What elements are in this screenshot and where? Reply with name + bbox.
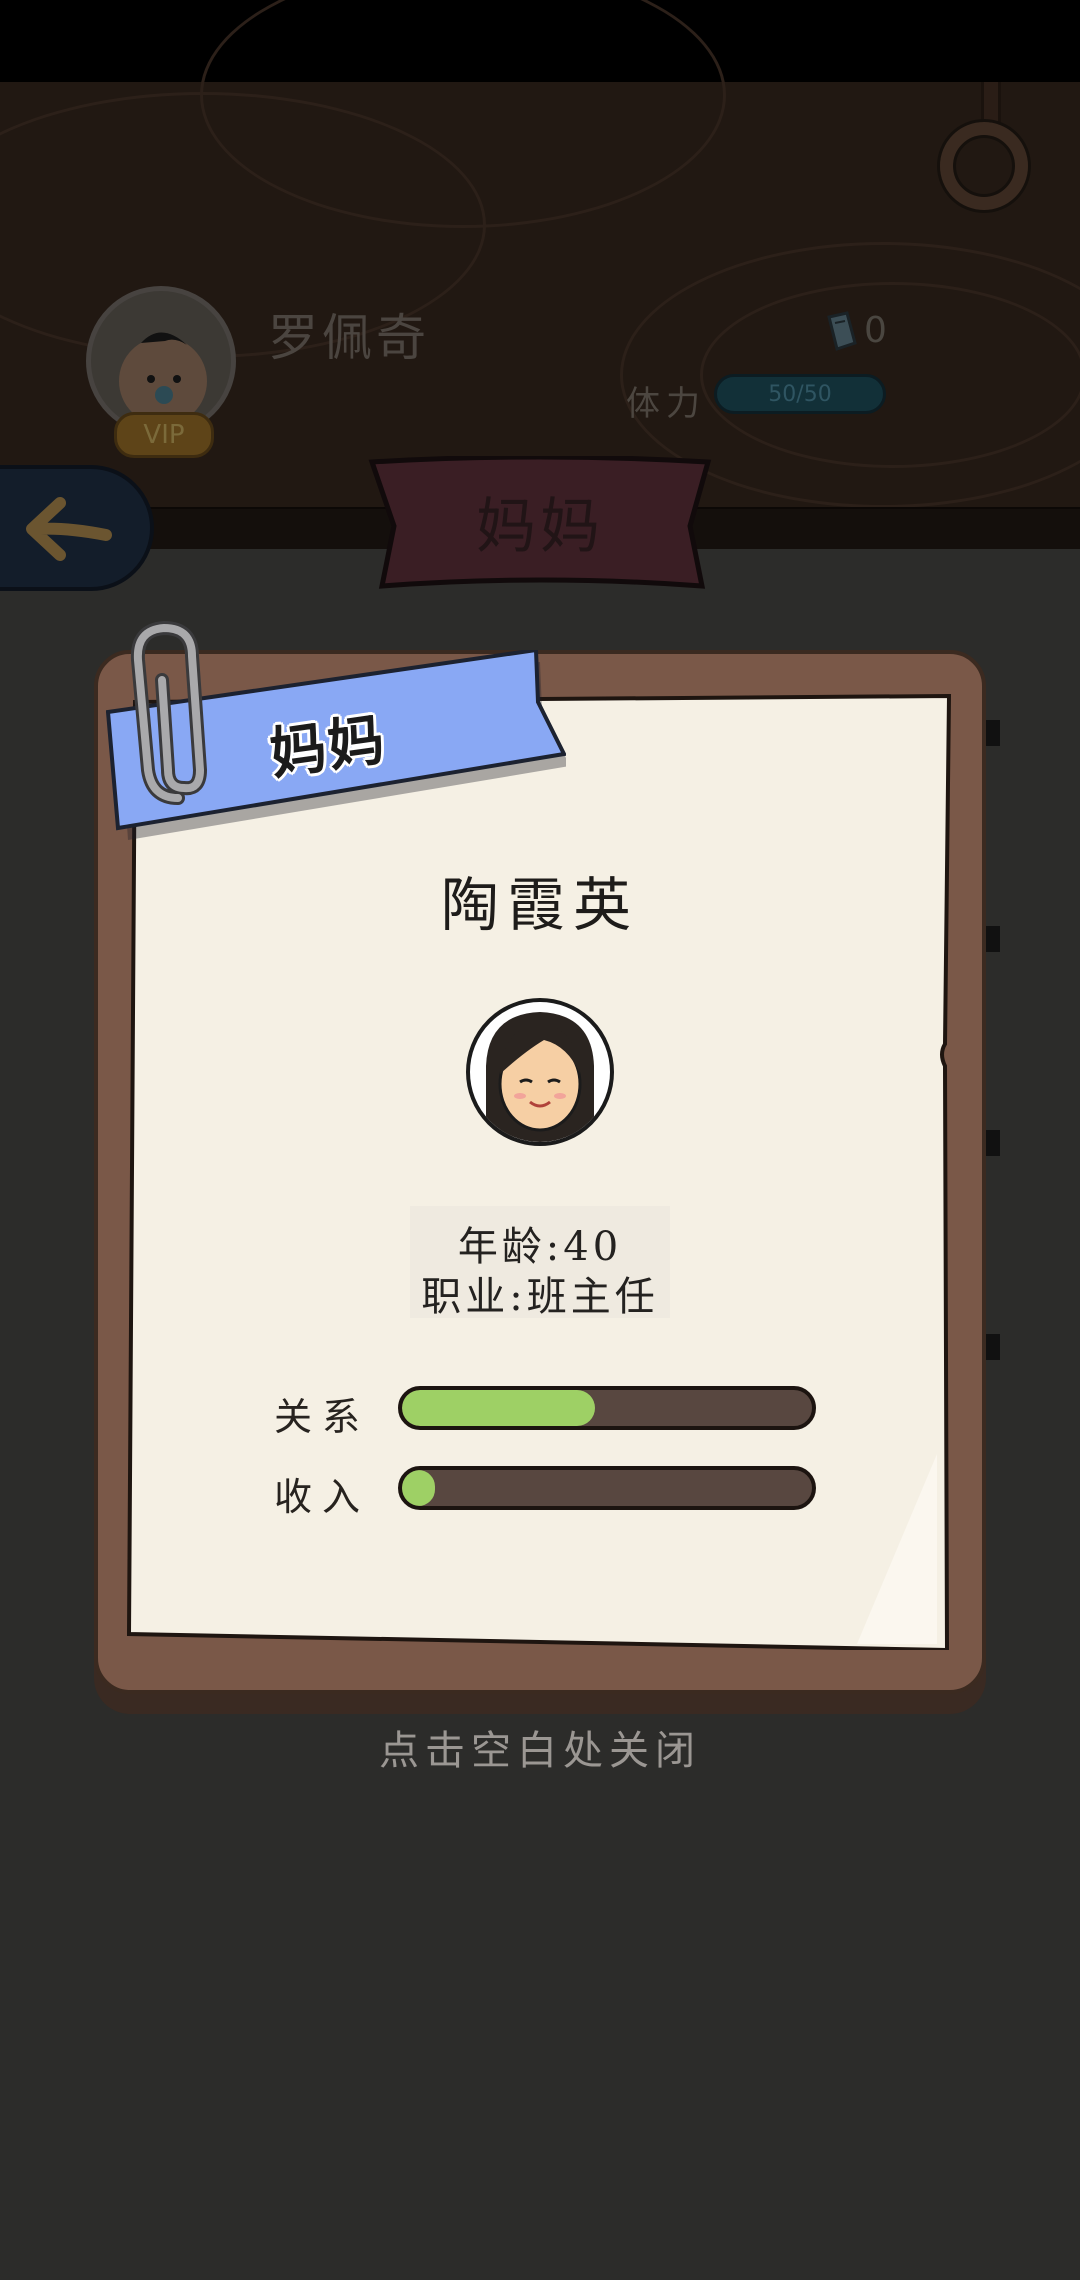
bg-card-notch — [984, 720, 1000, 746]
bg-card-notch — [984, 1334, 1000, 1360]
close-hint[interactable]: 点击空白处关闭 — [0, 1718, 1080, 1776]
relationship-fill — [402, 1390, 595, 1426]
ring-icon[interactable] — [940, 122, 1028, 210]
job-text: 职业:班主任 — [421, 1274, 659, 1320]
stamina-label: 体力 — [626, 384, 706, 424]
relationship-label: 关系 — [274, 1395, 371, 1439]
stamina-bar: 50/50 — [714, 374, 886, 414]
player-name: 罗佩奇 — [268, 309, 430, 367]
relationship-bar — [398, 1386, 816, 1430]
page-title: 妈妈 — [476, 492, 604, 562]
income-bar — [398, 1466, 816, 1510]
back-arrow-icon — [26, 497, 112, 561]
income-label: 收入 — [274, 1475, 371, 1519]
character-name: 陶霞英 — [440, 871, 639, 939]
character-tag-label: 妈妈 — [266, 707, 391, 788]
character-portrait — [466, 998, 614, 1146]
paperclip-icon — [130, 620, 208, 805]
coin-count: 0 — [864, 310, 887, 351]
back-button[interactable] — [0, 465, 154, 591]
coin-icon — [827, 311, 857, 351]
bg-card-notch — [984, 1130, 1000, 1156]
income-fill — [402, 1470, 435, 1506]
vip-badge: VIP — [114, 412, 214, 458]
